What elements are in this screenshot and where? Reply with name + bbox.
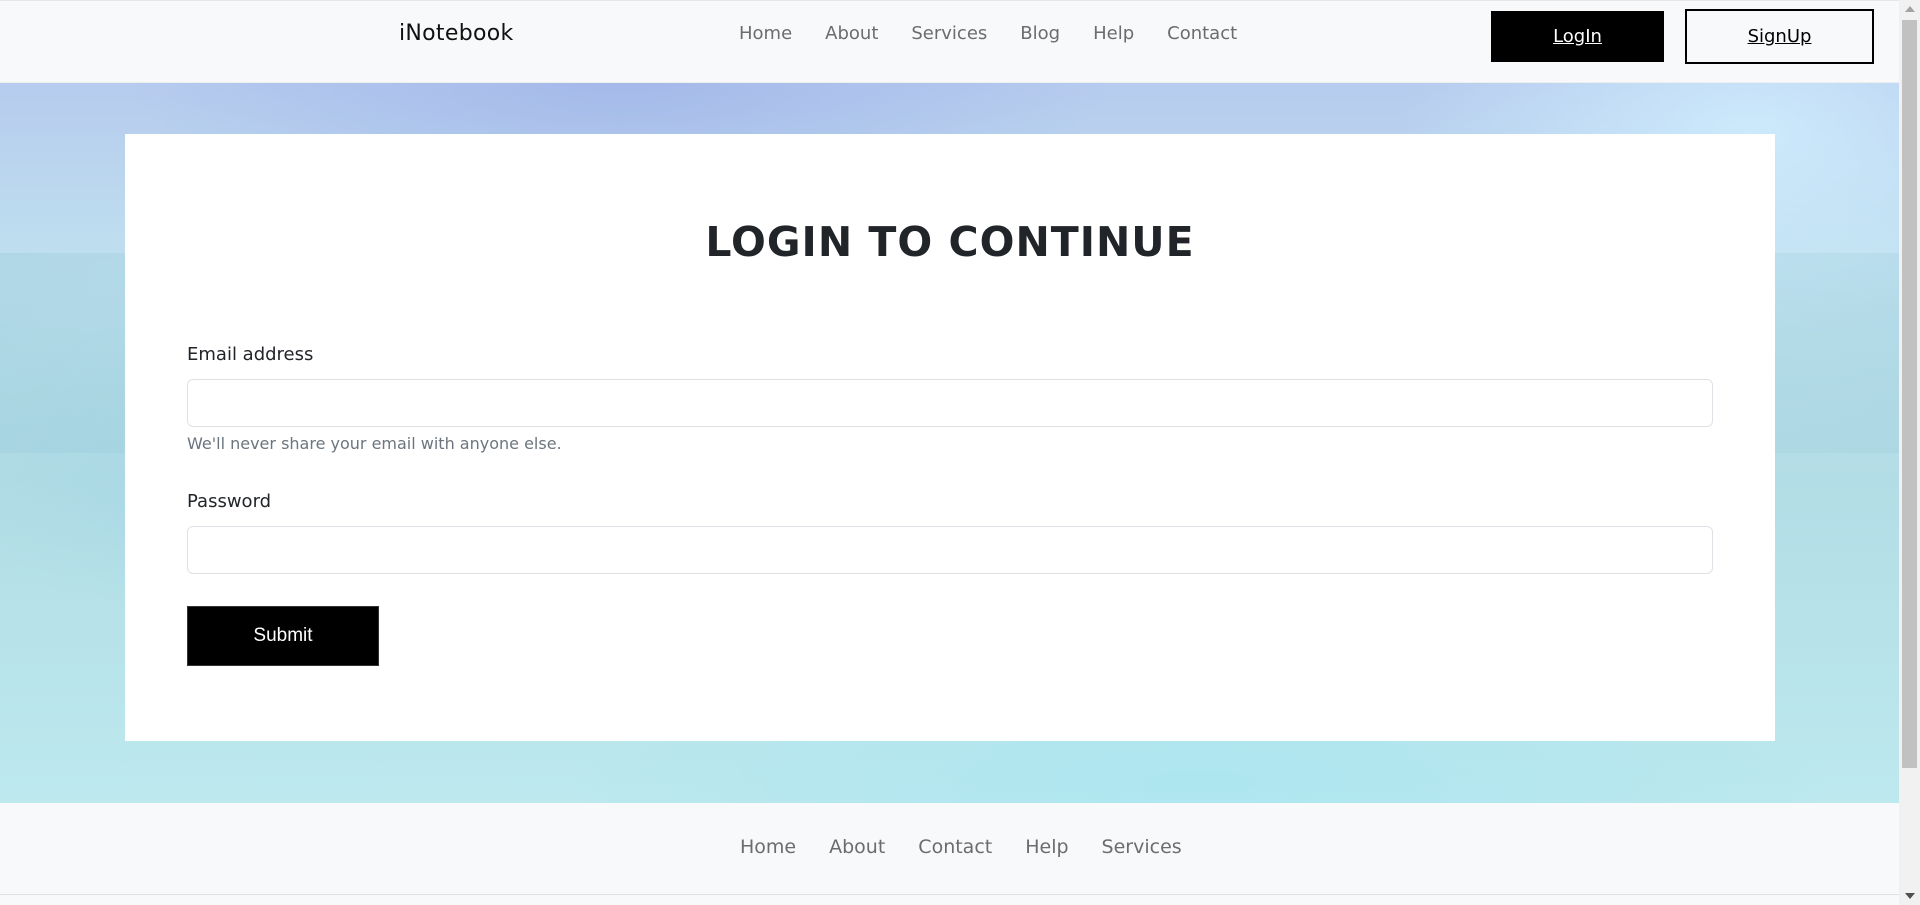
footer-link-help[interactable]: Help xyxy=(1025,836,1068,858)
scroll-down-arrow-icon[interactable] xyxy=(1905,893,1915,899)
password-label: Password xyxy=(187,491,272,512)
nav-link-help[interactable]: Help xyxy=(1093,23,1134,44)
footer-link-about[interactable]: About xyxy=(829,836,885,858)
footer-link-home[interactable]: Home xyxy=(740,836,796,858)
scroll-up-arrow-icon[interactable] xyxy=(1905,6,1915,12)
vertical-scrollbar[interactable] xyxy=(1899,0,1920,905)
footer-links: Home About Contact Help Services xyxy=(740,836,1215,858)
nav-links: Home About Services Blog Help Contact xyxy=(739,23,1270,44)
nav-link-services[interactable]: Services xyxy=(911,23,987,44)
email-field[interactable] xyxy=(187,379,1713,427)
email-label: Email address xyxy=(187,344,314,365)
scroll-thumb[interactable] xyxy=(1902,20,1917,768)
footer-link-services[interactable]: Services xyxy=(1102,836,1182,858)
nav-link-blog[interactable]: Blog xyxy=(1020,23,1060,44)
nav-link-about[interactable]: About xyxy=(825,23,878,44)
submit-button[interactable]: Submit xyxy=(187,606,379,666)
navbar: iNotebook Home About Services Blog Help … xyxy=(0,0,1899,83)
login-button[interactable]: LogIn xyxy=(1491,11,1664,62)
login-card: LOGIN TO CONTINUE Email address We'll ne… xyxy=(125,134,1775,741)
brand-logo[interactable]: iNotebook xyxy=(399,21,514,46)
footer-link-contact[interactable]: Contact xyxy=(918,836,992,858)
email-help-text: We'll never share your email with anyone… xyxy=(187,434,562,453)
page-title: LOGIN TO CONTINUE xyxy=(705,218,1195,266)
footer: Home About Contact Help Services xyxy=(0,803,1899,895)
signup-button[interactable]: SignUp xyxy=(1685,9,1874,64)
nav-link-home[interactable]: Home xyxy=(739,23,792,44)
page: iNotebook Home About Services Blog Help … xyxy=(0,0,1920,905)
nav-link-contact[interactable]: Contact xyxy=(1167,23,1237,44)
password-field[interactable] xyxy=(187,526,1713,574)
